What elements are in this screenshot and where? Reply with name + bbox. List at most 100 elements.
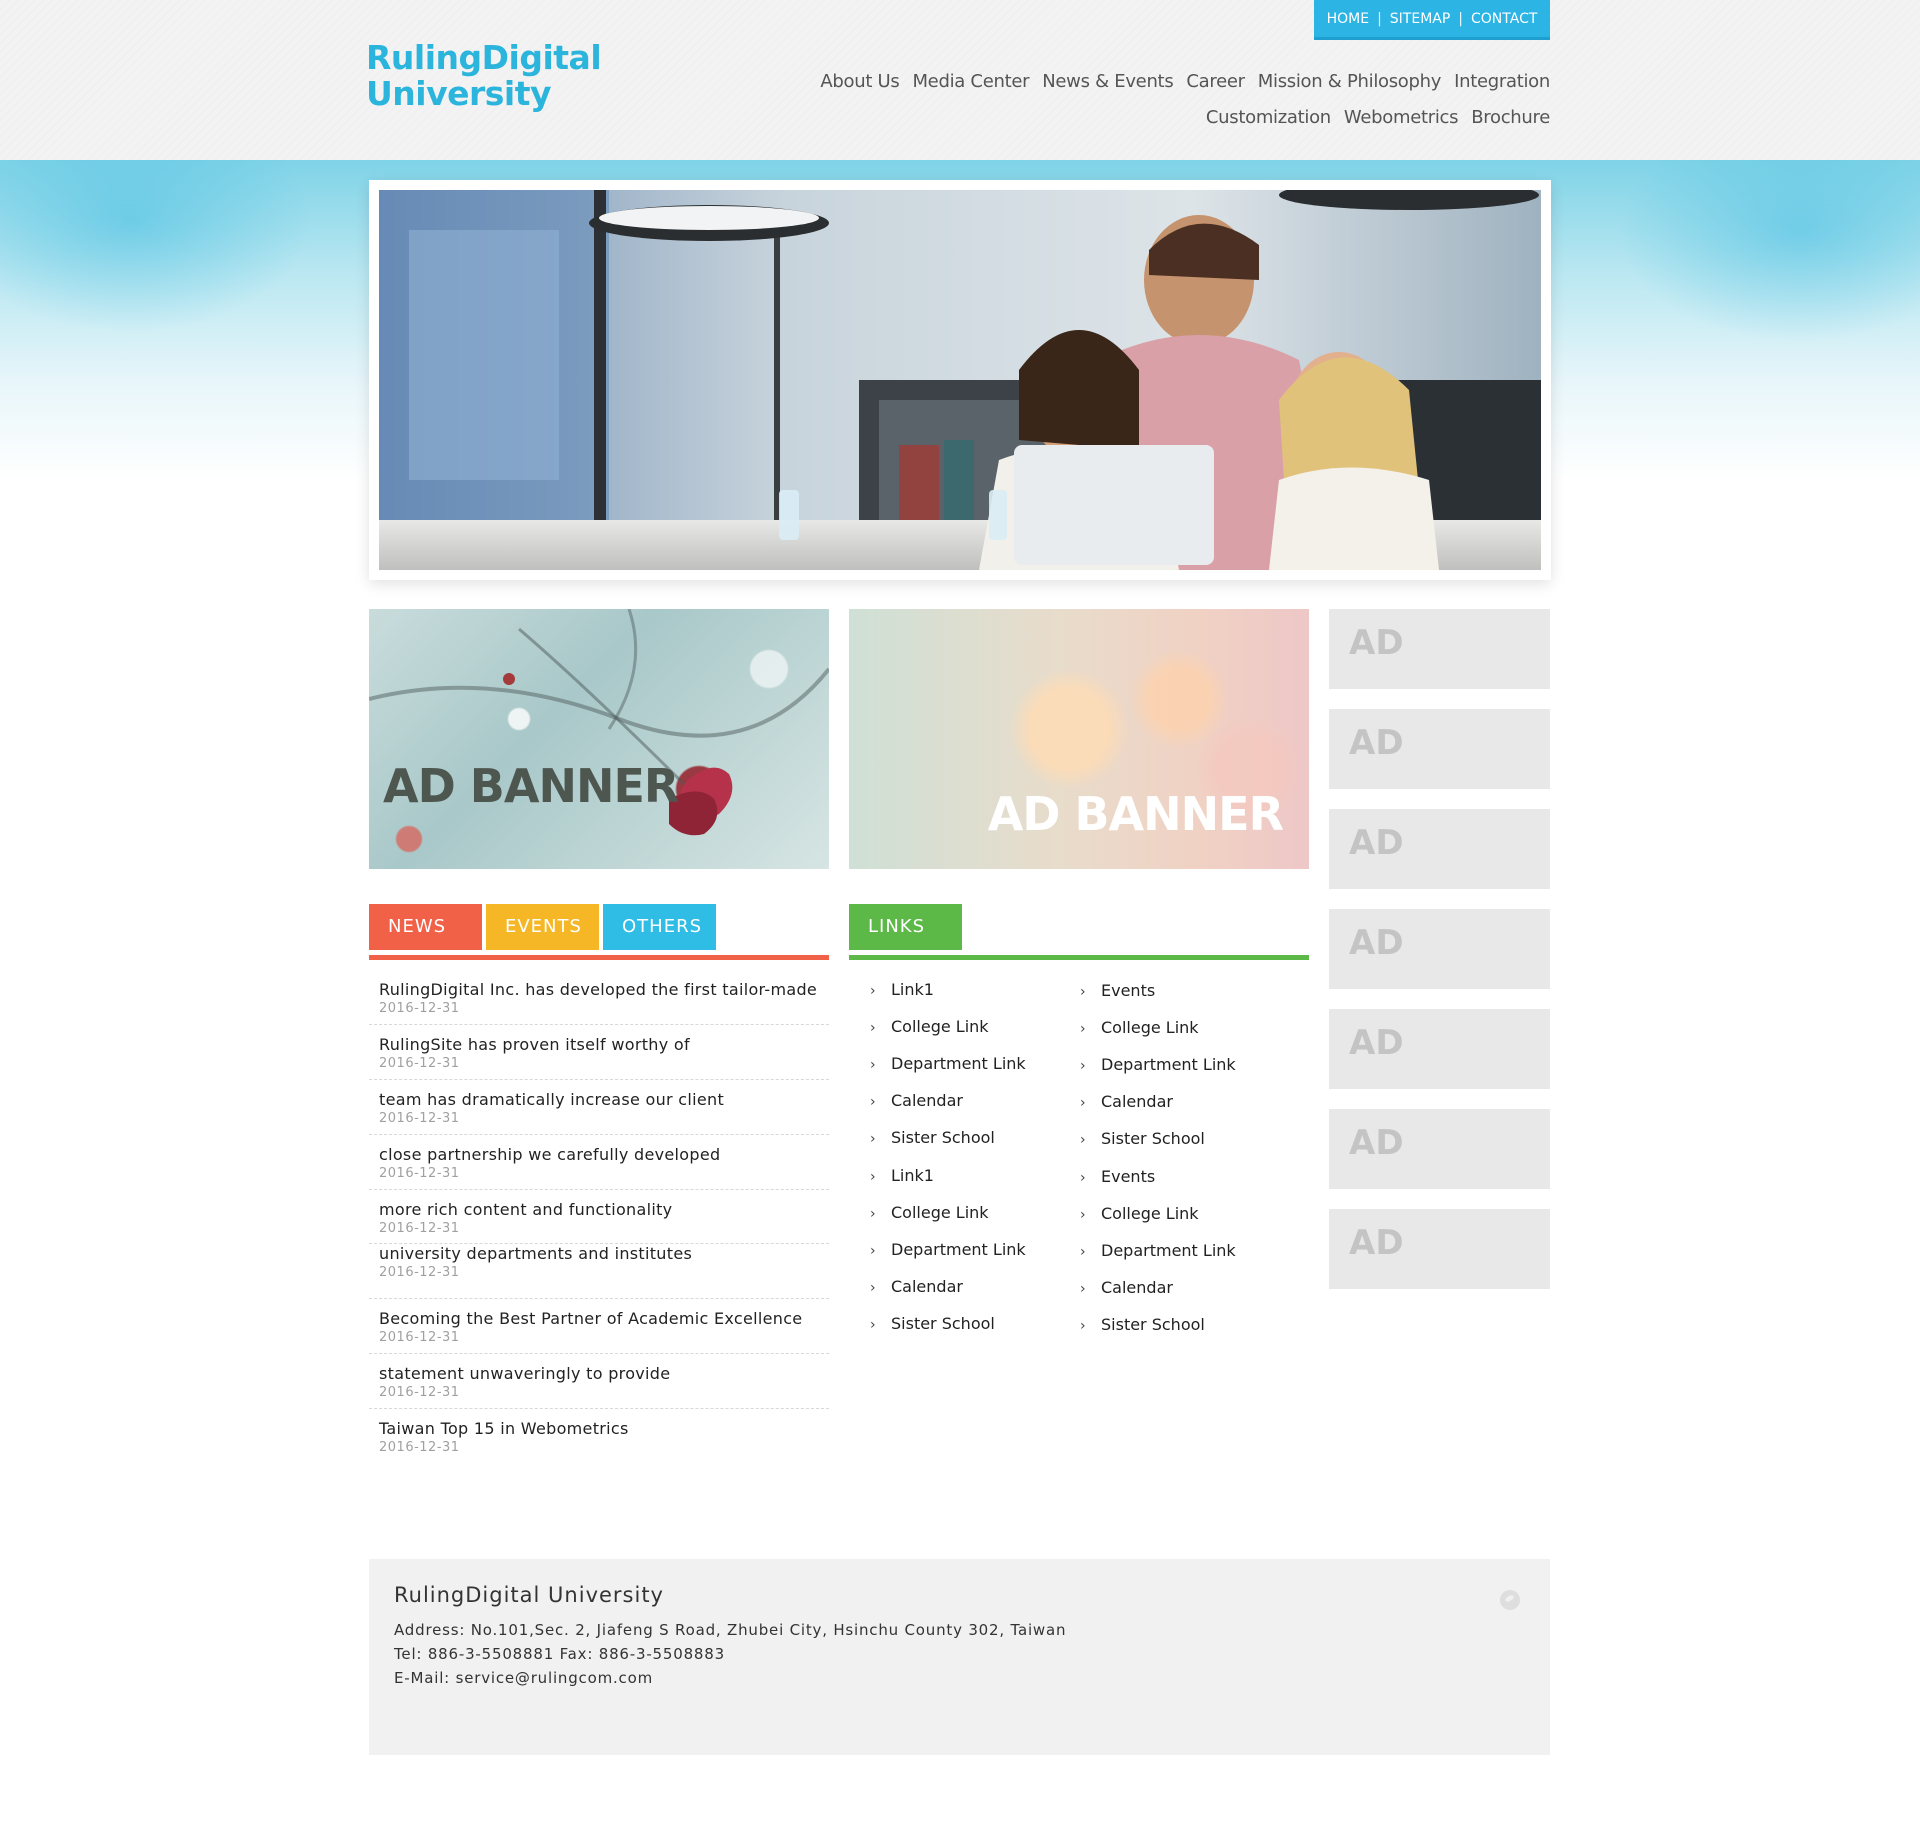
- contact-link[interactable]: CONTACT: [1471, 11, 1537, 27]
- list-item: more rich content and functionality 2016…: [369, 1190, 829, 1244]
- link-item[interactable]: › Link1: [870, 980, 934, 1004]
- nav-mission-philosophy[interactable]: Mission & Philosophy: [1258, 71, 1442, 92]
- link-label: Sister School: [891, 1128, 995, 1147]
- chevron-right-icon: ›: [1080, 1244, 1086, 1260]
- footer-title: RulingDigital University: [394, 1583, 664, 1607]
- link-item[interactable]: › Calendar: [1080, 1092, 1173, 1116]
- footer-phone: Tel: 886-3-5508881 Fax: 886-3-5508883: [394, 1645, 725, 1663]
- home-link[interactable]: HOME: [1327, 11, 1369, 27]
- logo-line-1: RulingDigital: [366, 38, 602, 77]
- news-date: 2016-12-31: [379, 1440, 460, 1455]
- side-ad[interactable]: AD: [1329, 1109, 1550, 1189]
- sitemap-link[interactable]: SITEMAP: [1390, 11, 1451, 27]
- news-title[interactable]: Becoming the Best Partner of Academic Ex…: [379, 1309, 802, 1328]
- chevron-right-icon: ›: [1080, 1170, 1086, 1186]
- branch-decoration: [369, 609, 829, 836]
- link-item[interactable]: › Events: [1080, 981, 1155, 1005]
- link-item[interactable]: › Sister School: [870, 1314, 995, 1338]
- tab-events[interactable]: EVENTS: [486, 904, 599, 950]
- news-title[interactable]: team has dramatically increase our clien…: [379, 1090, 724, 1109]
- site-logo[interactable]: RulingDigital University: [366, 40, 626, 112]
- ad-banner-label: AD BANNER: [383, 759, 679, 813]
- nav-integration[interactable]: Integration: [1454, 71, 1550, 92]
- link-item[interactable]: › Calendar: [1080, 1278, 1173, 1302]
- separator: |: [1458, 10, 1464, 27]
- link-item[interactable]: › Sister School: [1080, 1129, 1205, 1153]
- news-title[interactable]: RulingDigital Inc. has developed the fir…: [379, 980, 817, 999]
- link-item[interactable]: › College Link: [1080, 1204, 1199, 1228]
- nav-webometrics[interactable]: Webometrics: [1344, 107, 1459, 128]
- link-label: Calendar: [1101, 1092, 1173, 1111]
- link-label: Events: [1101, 981, 1156, 1000]
- side-ad[interactable]: AD: [1329, 809, 1550, 889]
- chevron-right-icon: ›: [870, 1206, 876, 1222]
- link-item[interactable]: › Events: [1080, 1167, 1155, 1191]
- news-date: 2016-12-31: [379, 1111, 460, 1126]
- news-title[interactable]: university departments and institutes: [379, 1244, 692, 1263]
- news-title[interactable]: RulingSite has proven itself worthy of: [379, 1035, 690, 1054]
- chevron-right-icon: ›: [870, 1317, 876, 1333]
- news-title[interactable]: more rich content and functionality: [379, 1200, 672, 1219]
- hero-banner-frame: [369, 180, 1551, 580]
- link-item[interactable]: › Sister School: [870, 1128, 995, 1152]
- nav-career[interactable]: Career: [1186, 71, 1245, 92]
- link-label: Calendar: [891, 1277, 963, 1296]
- link-label: Department Link: [1101, 1241, 1236, 1260]
- nav-about-us[interactable]: About Us: [820, 71, 899, 92]
- list-item: RulingSite has proven itself worthy of 2…: [369, 1025, 829, 1080]
- list-item: team has dramatically increase our clien…: [369, 1080, 829, 1135]
- news-title[interactable]: statement unwaveringly to provide: [379, 1364, 670, 1383]
- link-item[interactable]: › Calendar: [870, 1091, 963, 1115]
- chevron-right-icon: ›: [870, 1169, 876, 1185]
- ad-banner-label: AD BANNER: [987, 787, 1284, 841]
- link-item[interactable]: › Link1: [870, 1166, 934, 1190]
- news-tabs: NEWS EVENTS OTHERS: [369, 904, 829, 960]
- link-item[interactable]: › Sister School: [1080, 1315, 1205, 1339]
- footer-email[interactable]: E-Mail: service@rulingcom.com: [394, 1669, 653, 1687]
- footer-address: Address: No.101,Sec. 2, Jiafeng S Road, …: [394, 1621, 1067, 1639]
- link-item[interactable]: › College Link: [870, 1017, 989, 1041]
- list-item: Taiwan Top 15 in Webometrics 2016-12-31: [369, 1409, 829, 1464]
- nav-news-events[interactable]: News & Events: [1042, 71, 1173, 92]
- link-item[interactable]: › Department Link: [870, 1240, 1026, 1264]
- link-label: Sister School: [1101, 1129, 1205, 1148]
- side-ad[interactable]: AD: [1329, 909, 1550, 989]
- links-tabs: LINKS: [849, 904, 1309, 960]
- side-ad[interactable]: AD: [1329, 609, 1550, 689]
- link-label: College Link: [1101, 1018, 1199, 1037]
- link-item[interactable]: › College Link: [1080, 1018, 1199, 1042]
- side-ad[interactable]: AD: [1329, 1009, 1550, 1089]
- news-title[interactable]: close partnership we carefully developed: [379, 1145, 720, 1164]
- link-item[interactable]: › Calendar: [870, 1277, 963, 1301]
- tab-news[interactable]: NEWS: [369, 904, 482, 950]
- side-ad[interactable]: AD: [1329, 1209, 1550, 1289]
- tab-links[interactable]: LINKS: [849, 904, 962, 950]
- hero-banner-image[interactable]: [379, 190, 1541, 570]
- link-label: Department Link: [891, 1054, 1026, 1073]
- main-navigation: About Us Media Center News & Events Career M…: [790, 64, 1550, 136]
- logo-line-2: University: [366, 74, 552, 113]
- link-item[interactable]: › Department Link: [1080, 1055, 1236, 1079]
- news-title[interactable]: Taiwan Top 15 in Webometrics: [379, 1419, 629, 1438]
- nav-brochure[interactable]: Brochure: [1471, 107, 1550, 128]
- globe-icon[interactable]: [1500, 1590, 1520, 1610]
- list-item: close partnership we carefully developed…: [369, 1135, 829, 1190]
- chevron-right-icon: ›: [870, 1131, 876, 1147]
- nav-media-center[interactable]: Media Center: [912, 71, 1029, 92]
- link-item[interactable]: › College Link: [870, 1203, 989, 1227]
- tab-others[interactable]: OTHERS: [603, 904, 716, 950]
- chevron-right-icon: ›: [870, 983, 876, 999]
- link-label: Department Link: [891, 1240, 1026, 1259]
- news-date: 2016-12-31: [379, 1001, 460, 1016]
- chevron-right-icon: ›: [1080, 984, 1086, 1000]
- ad-banner-1[interactable]: AD BANNER: [369, 609, 829, 869]
- link-label: Sister School: [891, 1314, 995, 1333]
- ad-banner-2[interactable]: AD BANNER: [849, 609, 1309, 869]
- news-date: 2016-12-31: [379, 1166, 460, 1181]
- nav-customization[interactable]: Customization: [1206, 107, 1331, 128]
- news-date: 2016-12-31: [379, 1330, 460, 1345]
- side-ad[interactable]: AD: [1329, 709, 1550, 789]
- link-item[interactable]: › Department Link: [1080, 1241, 1236, 1265]
- link-label: College Link: [891, 1017, 989, 1036]
- link-item[interactable]: › Department Link: [870, 1054, 1026, 1078]
